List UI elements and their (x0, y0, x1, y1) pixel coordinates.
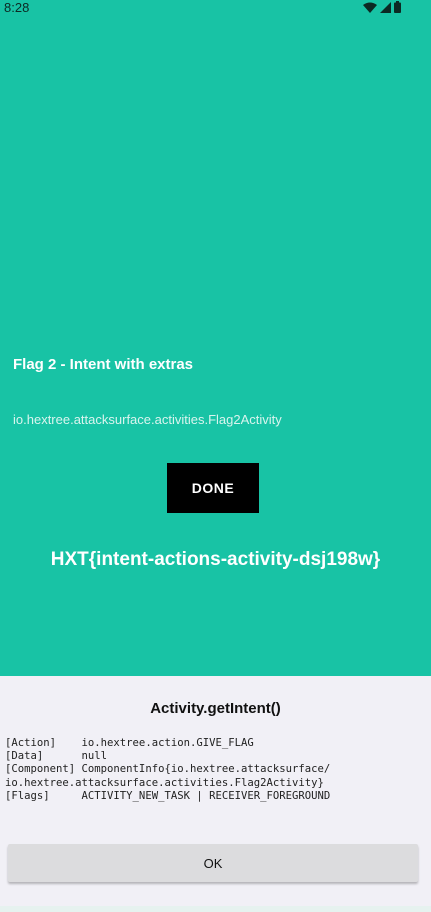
page-title: Flag 2 - Intent with extras (13, 356, 194, 373)
status-time: 8:28 (4, 0, 30, 15)
intent-line-data: [Data] null (5, 750, 108, 763)
activity-class-name: io.hextree.attacksurface.activities.Flag… (13, 412, 282, 427)
dialog-title: Activity.getIntent() (150, 700, 281, 717)
status-bar: 8:28 (0, 0, 431, 18)
cell-signal-icon (380, 1, 391, 13)
flag-value: HXT{intent-actions-activity-dsj198w} (50, 549, 381, 570)
intent-line-action: [Action] io.hextree.action.GIVE_FLAG (5, 737, 254, 749)
battery-icon (394, 1, 401, 13)
intent-line-component: [Component] ComponentInfo{io.hextree.att… (5, 763, 331, 776)
done-button[interactable]: DONE (167, 463, 259, 513)
navigation-bar-strip (0, 906, 431, 912)
intent-line-flags: [Flags] ACTIVITY_NEW_TASK | RECEIVER_FOR… (5, 789, 331, 802)
ok-button[interactable]: OK (8, 844, 418, 882)
wifi-icon (363, 2, 377, 13)
activity-background (0, 0, 431, 676)
intent-line-component-cont: io.hextree.attacksurface.activities.Flag… (5, 776, 324, 789)
intent-dialog: Activity.getIntent() [Action] io.hextree… (0, 676, 431, 912)
status-icons (363, 1, 401, 13)
intent-details: [Action] io.hextree.action.GIVE_FLAG [Dat… (5, 737, 330, 803)
